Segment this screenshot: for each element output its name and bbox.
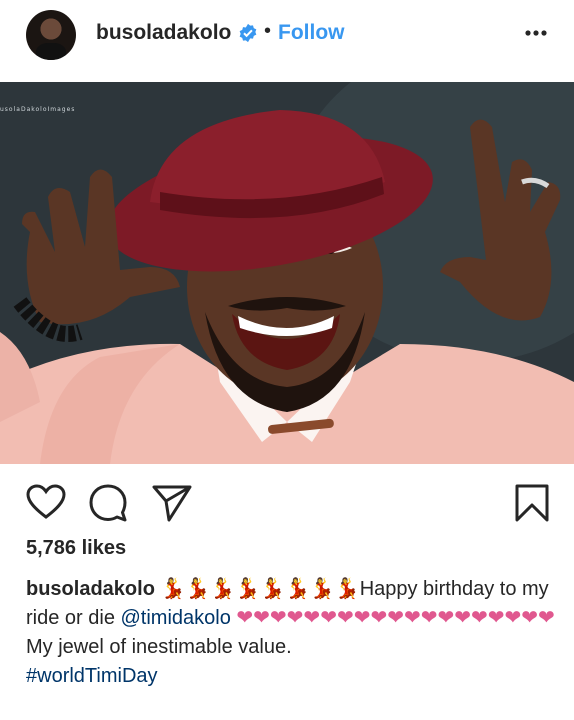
follow-button[interactable]: Follow — [278, 21, 345, 45]
caption-mention-link[interactable]: @timidakolo — [121, 607, 231, 629]
avatar[interactable] — [26, 10, 76, 60]
post-header: busoladakolo • Follow — [0, 0, 574, 82]
caption-dancer-emojis: 💃💃💃💃💃💃💃💃 — [160, 578, 360, 600]
post-caption: busoladakolo 💃💃💃💃💃💃💃💃Happy birthday to m… — [26, 575, 556, 691]
share-icon[interactable] — [152, 484, 192, 522]
username[interactable]: busoladakolo — [96, 21, 231, 45]
bookmark-icon[interactable] — [514, 483, 550, 523]
photo-watermark: usolaDakoloImages — [0, 106, 76, 113]
separator-dot: • — [264, 20, 272, 42]
likes-count[interactable]: 5,786 likes — [26, 537, 126, 560]
like-heart-icon[interactable] — [26, 484, 66, 520]
post-photo[interactable]: usolaDakoloImages — [0, 82, 574, 464]
more-options-icon[interactable] — [522, 23, 550, 43]
caption-line-2: My jewel of inestimable value. — [26, 636, 292, 658]
post-actions — [0, 470, 574, 540]
caption-username[interactable]: busoladakolo — [26, 578, 155, 600]
caption-heart-emojis: ❤❤❤❤❤❤❤❤❤❤❤❤❤❤❤❤❤❤❤ — [230, 607, 555, 629]
comment-icon[interactable] — [88, 483, 128, 523]
portrait-illustration — [0, 82, 574, 464]
caption-hashtag-link[interactable]: #worldTimiDay — [26, 665, 158, 687]
verified-badge-icon — [239, 23, 257, 43]
